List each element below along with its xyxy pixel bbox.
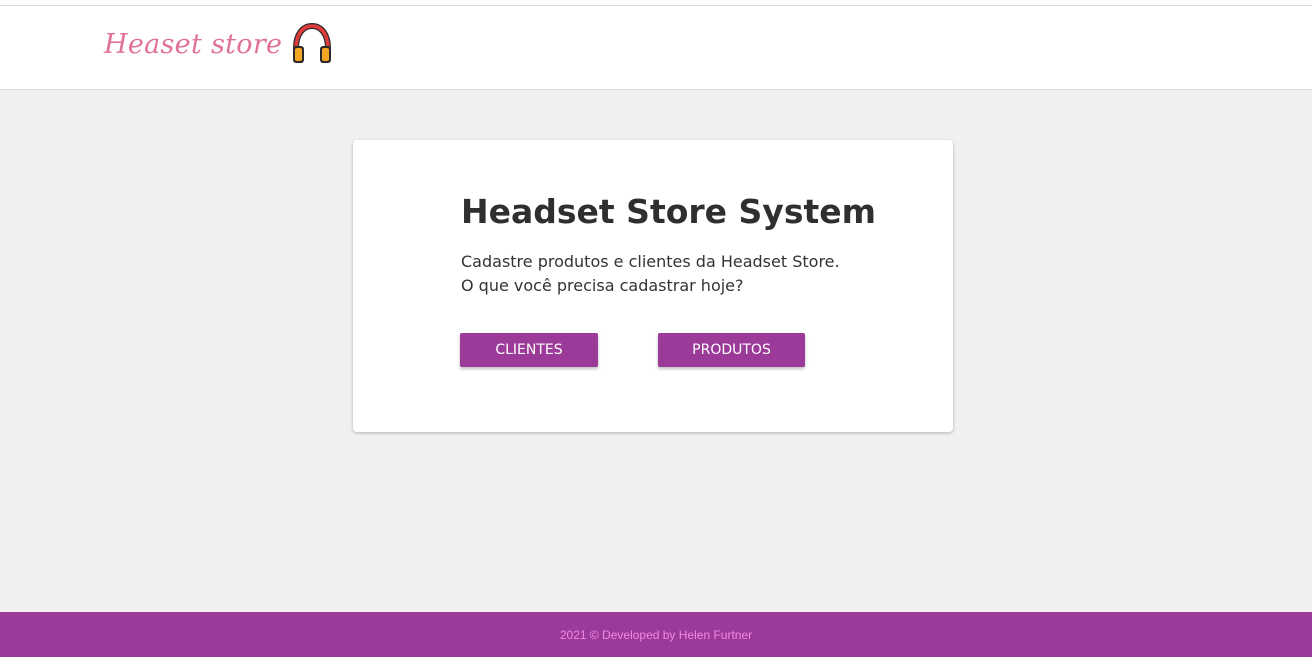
description-line-1: Cadastre produtos e clientes da Headset … [461,252,840,271]
footer-credit: 2021 © Developed by Helen Furtner [559,627,753,642]
description-line-2: O que você precisa cadastrar hoje? [461,276,744,295]
headphones-icon [293,22,332,63]
card-description: Cadastre produtos e clientes da Headset … [461,250,840,298]
page-title: Headset Store System [461,192,876,231]
produtos-button[interactable]: PRODUTOS [658,333,805,367]
logo-text: Heaset store [104,28,283,60]
site-header: Heaset store [0,6,1312,90]
welcome-card: Headset Store System Cadastre produtos e… [353,140,953,432]
site-footer: 2021 © Developed by Helen Furtner [0,612,1312,657]
logo-link[interactable]: Heaset store [104,22,334,66]
clientes-button[interactable]: CLIENTES [460,333,598,367]
